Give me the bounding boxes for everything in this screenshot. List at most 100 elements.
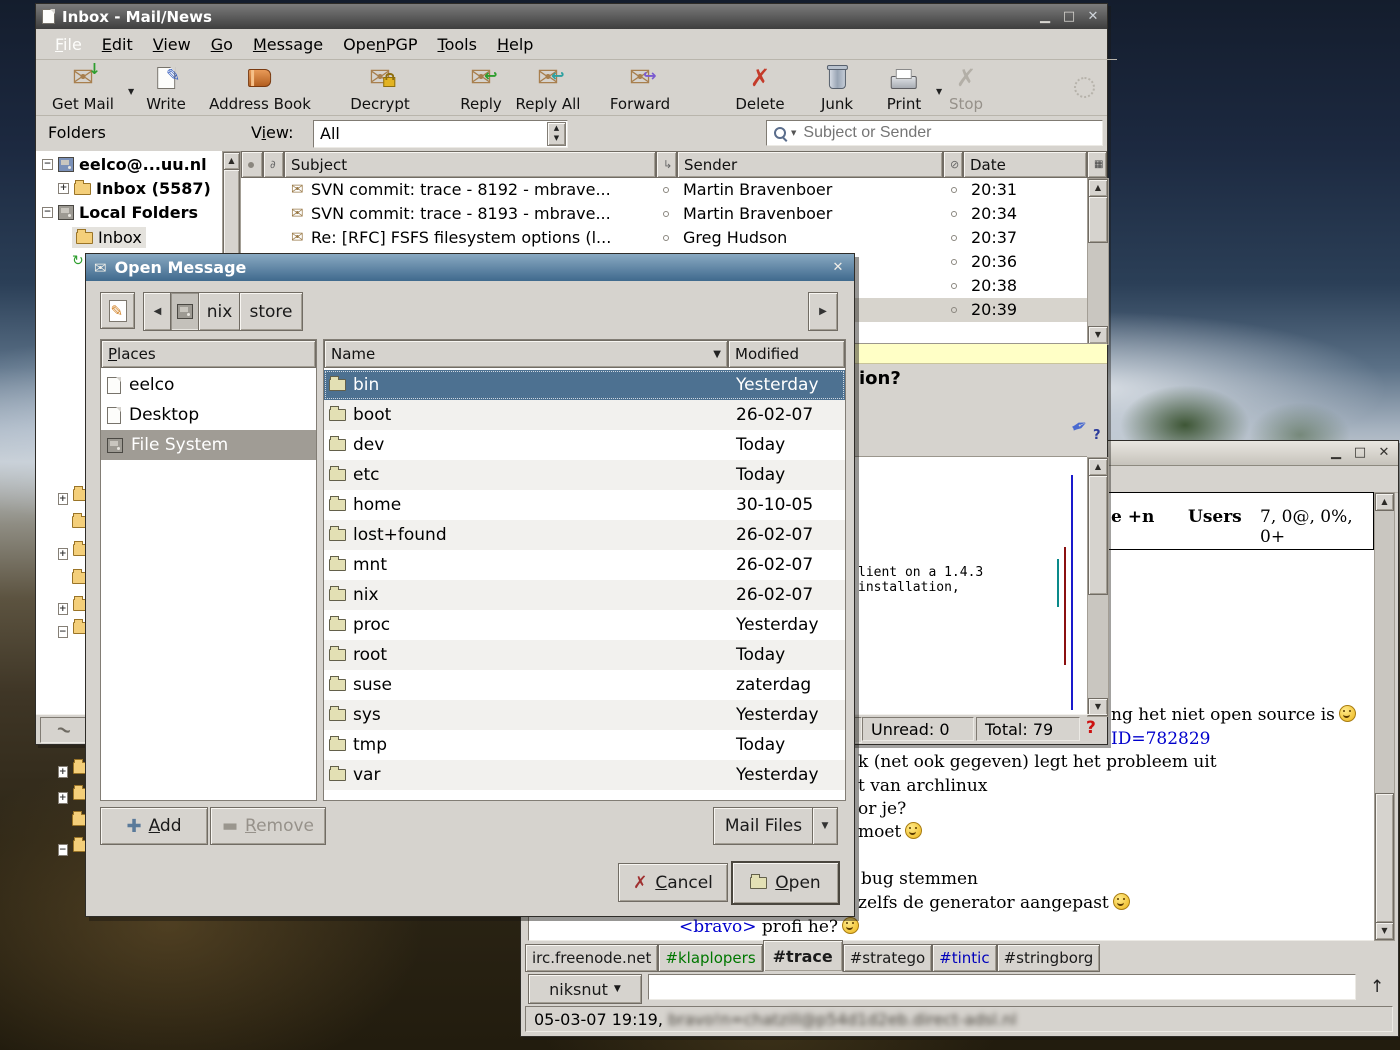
send-up-icon[interactable]: ↑ [1370, 977, 1384, 997]
scroll-up-icon[interactable]: ▲ [1375, 493, 1394, 511]
open-button[interactable]: Open [731, 861, 840, 905]
path-forward-button[interactable]: ▶ [808, 292, 838, 331]
scroll-up-icon[interactable]: ▲ [1088, 458, 1108, 476]
file-row[interactable]: root Today [324, 640, 845, 670]
file-row[interactable]: var Yesterday [324, 760, 845, 790]
column-attachment[interactable]: ∂ [263, 151, 284, 178]
message-row[interactable]: ✉ Re: [RFC] FSFS filesystem options (l..… [241, 226, 1087, 250]
view-select-arrows[interactable]: ▲▼ [547, 122, 566, 146]
reply-all-button[interactable]: ✉ ↩ Reply All [516, 63, 581, 113]
print-button[interactable]: Print [887, 63, 922, 113]
expand-icon[interactable]: + [58, 183, 69, 194]
get-mail-dropdown-icon[interactable]: ▼ [128, 87, 134, 96]
close-icon[interactable]: ✕ [830, 261, 846, 275]
file-row[interactable]: home 30-10-05 [324, 490, 845, 520]
junk-button[interactable]: Junk [821, 63, 853, 113]
tab-stringborg[interactable]: #stringborg [997, 944, 1101, 972]
tab-stratego[interactable]: #stratego [843, 944, 932, 972]
enigmail-pen-icon[interactable]: ✒ [1067, 412, 1092, 441]
scroll-up-icon[interactable]: ▲ [1088, 179, 1108, 197]
offline-indicator[interactable]: ~ [40, 717, 88, 743]
cancel-button[interactable]: ✗ Cancel [618, 863, 728, 902]
column-picker-button[interactable]: ▦ [1087, 151, 1107, 178]
place-item-eelco[interactable]: eelco [101, 370, 316, 400]
preview-scrollbar[interactable]: ▲ ▼ [1087, 457, 1109, 717]
search-box[interactable]: ▼ [766, 120, 1103, 146]
minimize-icon[interactable]: ▁ [1037, 10, 1053, 24]
place-item-desktop[interactable]: Desktop [101, 400, 316, 430]
column-sender[interactable]: Sender [677, 151, 943, 178]
column-thread[interactable]: ↳ [656, 151, 677, 178]
column-subject[interactable]: Subject [284, 151, 656, 178]
file-row[interactable]: dev Today [324, 430, 845, 460]
maximize-icon[interactable]: □ [1352, 446, 1368, 460]
menu-message[interactable]: Message [244, 33, 332, 56]
close-icon[interactable]: ✕ [1085, 10, 1101, 24]
file-row[interactable]: sys Yesterday [324, 700, 845, 730]
path-segment-store[interactable]: store [239, 292, 303, 331]
path-root-button[interactable] [170, 292, 200, 331]
scroll-up-icon[interactable]: ▲ [223, 152, 240, 170]
column-flag[interactable] [241, 151, 263, 178]
address-book-button[interactable]: Address Book [209, 63, 311, 113]
stop-button[interactable]: ✗ Stop [949, 63, 983, 113]
column-modified[interactable]: Modified [728, 340, 845, 368]
menu-file[interactable]: File [46, 33, 91, 56]
irc-message-input[interactable] [648, 974, 1356, 1000]
forward-button[interactable]: ✉ ↪ Forward [610, 63, 670, 113]
minimize-icon[interactable]: ▁ [1328, 446, 1344, 460]
file-row[interactable]: tmp Today [324, 730, 845, 760]
mail-titlebar[interactable]: Inbox - Mail/News ▁ □ ✕ [36, 4, 1107, 29]
tree-item-account[interactable]: − eelco@...uu.nl [42, 155, 207, 174]
view-select[interactable]: All ▲▼ [313, 120, 568, 148]
decrypt-button[interactable]: ✉ Decrypt [350, 63, 409, 113]
file-row[interactable]: boot 26-02-07 [324, 400, 845, 430]
file-row[interactable]: etc Today [324, 460, 845, 490]
chat-nick[interactable]: <bravo> [679, 917, 756, 937]
path-segment-nix[interactable]: nix [198, 292, 241, 331]
menu-edit[interactable]: Edit [93, 33, 142, 56]
menu-openpgp[interactable]: OpenPGP [334, 33, 426, 56]
place-item-filesystem-selected[interactable]: File System [101, 430, 316, 460]
write-button[interactable]: ✎ Write [146, 63, 186, 113]
column-date[interactable]: Date [963, 151, 1087, 178]
menu-tools[interactable]: Tools [429, 33, 486, 56]
search-input[interactable] [801, 123, 1102, 143]
menu-view[interactable]: View [144, 33, 200, 56]
file-row[interactable]: mnt 26-02-07 [324, 550, 845, 580]
tree-item-local-inbox[interactable]: Inbox [72, 227, 146, 248]
chat-line-link[interactable]: ID=782829 [1111, 729, 1211, 749]
column-name[interactable]: Name ▼ [324, 340, 728, 368]
reply-button[interactable]: ✉ ↩ Reply [460, 63, 502, 113]
scroll-down-icon[interactable]: ▼ [1088, 326, 1108, 344]
file-row-selected[interactable]: bin Yesterday [324, 370, 845, 400]
remove-button[interactable]: ▬ Remove [210, 807, 326, 845]
delete-button[interactable]: ✗ Delete [735, 63, 784, 113]
tree-item-inbox-account[interactable]: + Inbox (5587) [58, 179, 211, 198]
filter-select-arrow[interactable]: ▼ [812, 807, 838, 845]
scroll-down-icon[interactable]: ▼ [1375, 922, 1394, 940]
collapse-icon[interactable]: − [42, 159, 53, 170]
file-row[interactable]: lost+found 26-02-07 [324, 520, 845, 550]
nick-button[interactable]: niksnut▼ [528, 974, 642, 1004]
close-icon[interactable]: ✕ [1376, 446, 1392, 460]
get-mail-button[interactable]: ✉ ↓ Get Mail [52, 63, 114, 113]
maximize-icon[interactable]: □ [1061, 10, 1077, 24]
enigmail-status-icon[interactable]: ? [1086, 718, 1096, 738]
menu-help[interactable]: Help [488, 33, 542, 56]
menu-go[interactable]: Go [202, 33, 242, 56]
file-row[interactable]: nix 26-02-07 [324, 580, 845, 610]
file-row[interactable]: suse zaterdag [324, 670, 845, 700]
type-filename-toggle[interactable] [100, 292, 135, 329]
irc-scrollbar[interactable]: ▲ ▼ [1374, 492, 1395, 941]
tab-tintic[interactable]: #tintic [932, 944, 996, 972]
dialog-titlebar[interactable]: ✉ Open Message ✕ [86, 254, 854, 281]
path-back-button[interactable]: ◀ [143, 292, 172, 331]
file-row[interactable]: proc Yesterday [324, 610, 845, 640]
message-list-scrollbar[interactable]: ▲ ▼ [1087, 178, 1109, 345]
places-header[interactable]: Places [101, 340, 316, 368]
column-junk[interactable]: ⊘ [943, 151, 963, 178]
collapse-icon[interactable]: − [42, 207, 53, 218]
tab-server[interactable]: irc.freenode.net [525, 944, 658, 972]
filter-select[interactable]: Mail Files [713, 807, 814, 845]
